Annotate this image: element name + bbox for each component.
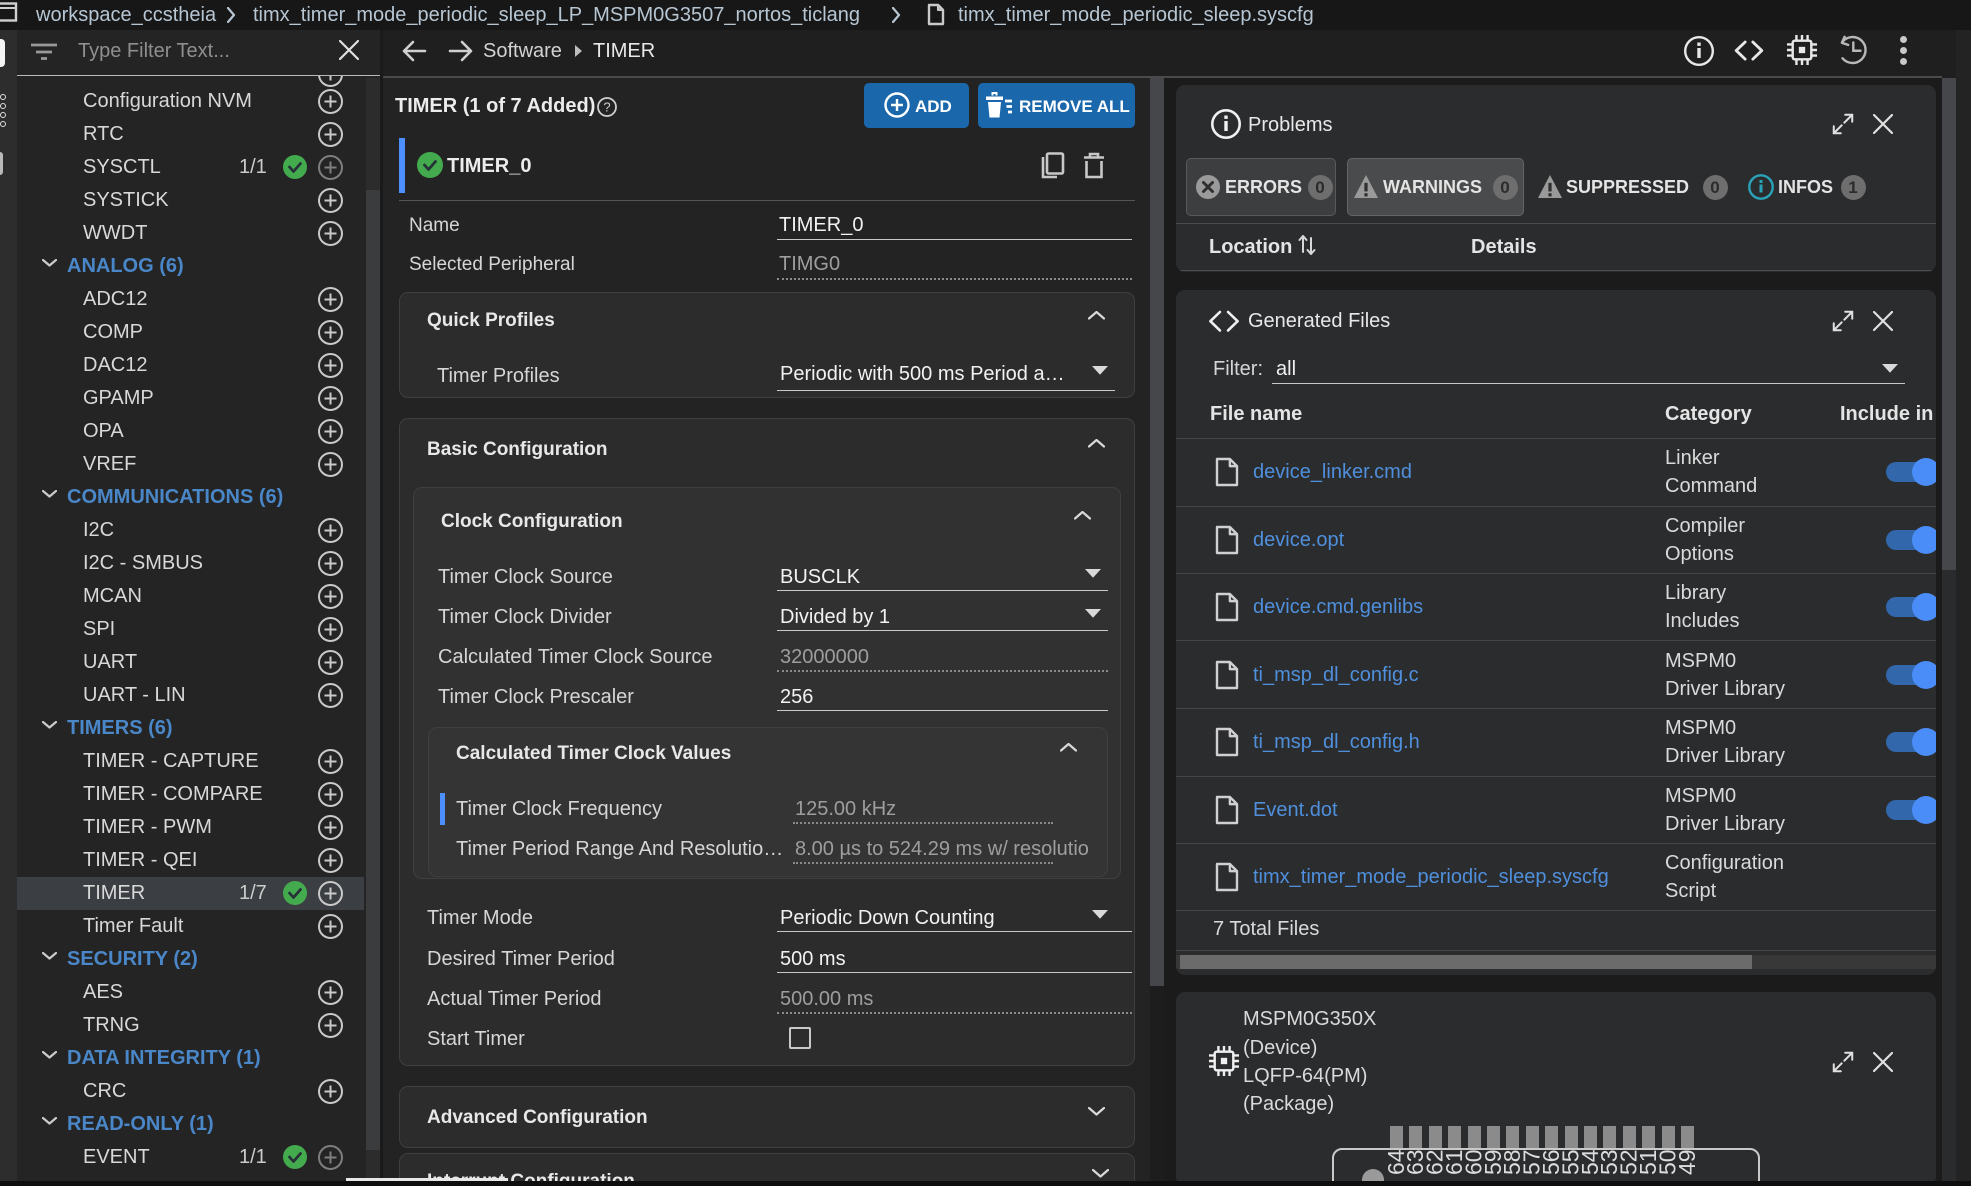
svg-text:?: ? [603, 100, 610, 115]
